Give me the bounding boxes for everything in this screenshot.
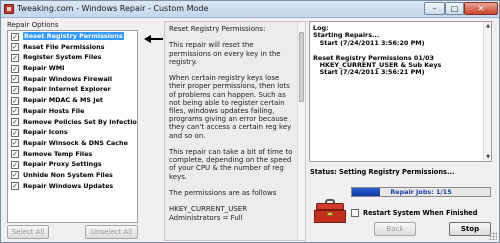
log-panel: Log: Starting Repairs... Start (7/24/201…	[309, 21, 492, 162]
option-checkbox[interactable]: ✓	[11, 107, 19, 116]
stop-button[interactable]: Stop	[449, 222, 491, 236]
option-repair-mdac-ms-jet[interactable]: ✓ Repair MDAC & MS Jet	[8, 95, 137, 106]
option-label: Register System Files	[23, 53, 102, 62]
option-label: Repair Proxy Settings	[23, 160, 102, 169]
option-checkbox[interactable]: ✓	[11, 128, 19, 137]
option-label: Repair MDAC & MS Jet	[23, 96, 103, 105]
scrollbar-thumb[interactable]	[299, 32, 304, 102]
option-label: Remove Policies Set By Infections	[23, 117, 138, 126]
option-label: Repair Internet Explorer	[23, 85, 111, 94]
status-text: Status: Setting Registry Permissions...	[310, 168, 455, 176]
toolbox-icon	[312, 199, 348, 225]
log-scrollbar[interactable]: ▲ ▼	[483, 22, 491, 161]
option-reset-file-permissions[interactable]: ✓ Reset File Permissions	[8, 42, 137, 53]
arrow-left-icon	[144, 35, 164, 43]
option-label: Remove Temp Files	[23, 149, 93, 158]
option-reset-registry-permissions[interactable]: ✓ Reset Registry Permissions	[8, 31, 137, 42]
option-checkbox[interactable]: ✓	[11, 139, 19, 148]
option-remove-policies[interactable]: ✓ Remove Policies Set By Infections	[8, 117, 137, 128]
unselect-all-button[interactable]: Unselect All	[85, 225, 138, 239]
option-repair-wmi[interactable]: ✓ Repair WMI	[8, 63, 137, 74]
restart-checkbox[interactable]	[351, 209, 359, 217]
option-repair-windows-updates[interactable]: ✓ Repair Windows Updates	[8, 181, 137, 192]
description-panel: Reset Registry Permissions: This repair …	[164, 21, 306, 241]
option-label: Repair Winsock & DNS Cache	[23, 138, 128, 147]
option-remove-temp-files[interactable]: ✓ Remove Temp Files	[8, 149, 137, 160]
repair-progress-bar: Repair Jobs: 1/15	[351, 187, 491, 197]
option-repair-icons[interactable]: ✓ Repair Icons	[8, 127, 137, 138]
option-repair-proxy-settings[interactable]: ✓ Repair Proxy Settings	[8, 159, 137, 170]
option-checkbox[interactable]: ✓	[11, 85, 19, 94]
option-repair-windows-firewall[interactable]: ✓ Repair Windows Firewall	[8, 74, 137, 85]
option-repair-hosts-file[interactable]: ✓ Repair Hosts File	[8, 106, 137, 117]
option-label: Unhide Non System Files	[23, 170, 113, 179]
restart-label: Restart System When Finished	[363, 209, 478, 217]
option-label: Repair Windows Updates	[23, 181, 114, 190]
option-label: Repair WMI	[23, 64, 65, 73]
option-checkbox[interactable]: ✓	[11, 150, 19, 159]
close-button[interactable]: ✕	[464, 2, 498, 15]
option-repair-winsock-dns[interactable]: ✓ Repair Winsock & DNS Cache	[8, 138, 137, 149]
option-checkbox[interactable]: ✓	[11, 118, 19, 126]
scroll-down-icon[interactable]: ▼	[485, 154, 491, 160]
repair-options-label: Repair Options	[7, 21, 59, 29]
option-label: Reset Registry Permissions	[23, 32, 124, 40]
option-register-system-files[interactable]: ✓ Register System Files	[8, 52, 137, 63]
option-checkbox[interactable]: ✓	[11, 182, 19, 191]
description-text: Reset Registry Permissions: This repair …	[169, 25, 293, 222]
app-window: Tweaking.com - Windows Repair - Custom M…	[0, 0, 500, 243]
option-checkbox[interactable]: ✓	[11, 32, 19, 41]
back-button[interactable]: Back	[374, 222, 416, 236]
option-label: Repair Windows Firewall	[23, 74, 113, 83]
option-repair-internet-explorer[interactable]: ✓ Repair Internet Explorer	[8, 84, 137, 95]
maximize-button[interactable]: □	[445, 2, 464, 15]
option-checkbox[interactable]: ✓	[11, 160, 19, 169]
option-checkbox[interactable]: ✓	[11, 96, 19, 105]
select-all-button[interactable]: Select All	[7, 225, 49, 239]
option-checkbox[interactable]: ✓	[11, 64, 19, 73]
option-label: Repair Hosts File	[23, 106, 85, 115]
scroll-up-icon[interactable]: ▲	[485, 23, 491, 29]
repair-options-list: ✓ Reset Registry Permissions ✓ Reset Fil…	[7, 30, 138, 223]
option-checkbox[interactable]: ✓	[11, 53, 19, 62]
window-title: Tweaking.com - Windows Repair - Custom M…	[17, 4, 209, 13]
title-bar: Tweaking.com - Windows Repair - Custom M…	[1, 1, 499, 18]
description-scrollbar[interactable]	[297, 22, 305, 240]
option-checkbox[interactable]: ✓	[11, 75, 19, 84]
minimize-button[interactable]: –	[424, 2, 445, 15]
option-label: Reset File Permissions	[23, 42, 105, 51]
option-checkbox[interactable]: ✓	[11, 171, 19, 180]
log-text: Log: Starting Repairs... Start (7/24/201…	[313, 24, 442, 77]
option-unhide-non-system-files[interactable]: ✓ Unhide Non System Files	[8, 170, 137, 181]
option-checkbox[interactable]: ✓	[11, 43, 19, 52]
option-label: Repair Icons	[23, 128, 68, 137]
app-logo-icon	[4, 4, 14, 14]
progress-label: Repair Jobs: 1/15	[390, 188, 452, 196]
resize-grip-icon[interactable]	[489, 232, 497, 240]
